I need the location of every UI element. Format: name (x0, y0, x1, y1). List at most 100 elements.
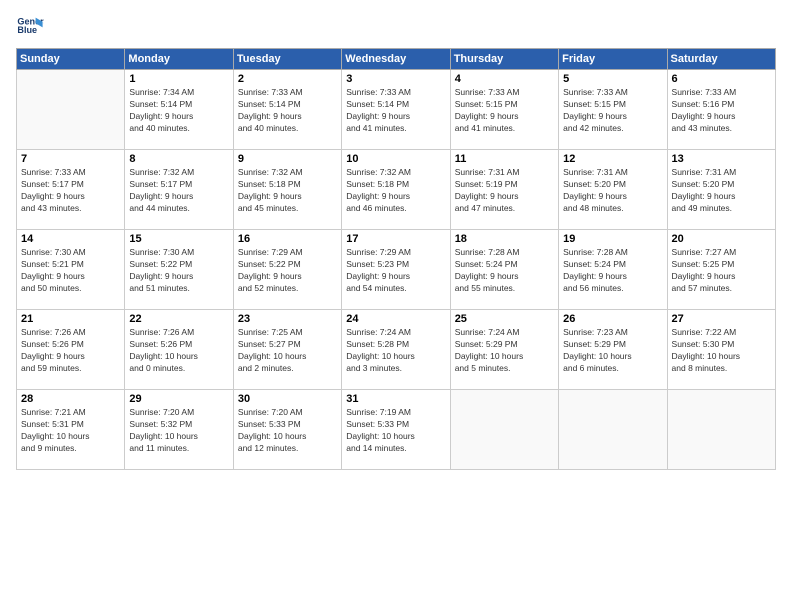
day-number: 30 (238, 393, 337, 405)
day-info: Sunrise: 7:26 AM Sunset: 5:26 PM Dayligh… (129, 327, 228, 375)
day-number: 7 (21, 153, 120, 165)
day-info: Sunrise: 7:25 AM Sunset: 5:27 PM Dayligh… (238, 327, 337, 375)
calendar-cell: 18 Sunrise: 7:28 AM Sunset: 5:24 PM Dayli… (450, 230, 558, 310)
calendar-cell: 2 Sunrise: 7:33 AM Sunset: 5:14 PM Daylig… (233, 70, 341, 150)
day-number: 19 (563, 233, 662, 245)
calendar-week-3: 14 Sunrise: 7:30 AM Sunset: 5:21 PM Dayli… (17, 230, 776, 310)
logo-icon: General Blue (16, 12, 44, 40)
day-number: 28 (21, 393, 120, 405)
day-info: Sunrise: 7:24 AM Sunset: 5:28 PM Dayligh… (346, 327, 445, 375)
day-number: 16 (238, 233, 337, 245)
calendar-cell: 22 Sunrise: 7:26 AM Sunset: 5:26 PM Dayli… (125, 310, 233, 390)
weekday-header-row: SundayMondayTuesdayWednesdayThursdayFrid… (17, 49, 776, 70)
svg-text:Blue: Blue (17, 25, 37, 35)
calendar-cell: 23 Sunrise: 7:25 AM Sunset: 5:27 PM Dayli… (233, 310, 341, 390)
day-number: 12 (563, 153, 662, 165)
day-info: Sunrise: 7:33 AM Sunset: 5:15 PM Dayligh… (563, 87, 662, 135)
calendar-cell: 13 Sunrise: 7:31 AM Sunset: 5:20 PM Dayli… (667, 150, 775, 230)
day-number: 11 (455, 153, 554, 165)
day-number: 1 (129, 73, 228, 85)
day-info: Sunrise: 7:32 AM Sunset: 5:18 PM Dayligh… (238, 167, 337, 215)
day-info: Sunrise: 7:31 AM Sunset: 5:20 PM Dayligh… (672, 167, 771, 215)
day-info: Sunrise: 7:23 AM Sunset: 5:29 PM Dayligh… (563, 327, 662, 375)
calendar-cell: 31 Sunrise: 7:19 AM Sunset: 5:33 PM Dayli… (342, 390, 450, 470)
weekday-header-sunday: Sunday (17, 49, 125, 70)
calendar-cell: 14 Sunrise: 7:30 AM Sunset: 5:21 PM Dayli… (17, 230, 125, 310)
calendar-week-1: 1 Sunrise: 7:34 AM Sunset: 5:14 PM Daylig… (17, 70, 776, 150)
calendar-cell: 20Sunrise: 7:27 AM Sunset: 5:25 PM Dayli… (667, 230, 775, 310)
day-info: Sunrise: 7:33 AM Sunset: 5:17 PM Dayligh… (21, 167, 120, 215)
day-info: Sunrise: 7:30 AM Sunset: 5:22 PM Dayligh… (129, 247, 228, 295)
calendar-cell: 21 Sunrise: 7:26 AM Sunset: 5:26 PM Dayli… (17, 310, 125, 390)
day-info: Sunrise: 7:28 AM Sunset: 5:24 PM Dayligh… (563, 247, 662, 295)
calendar-cell: 9 Sunrise: 7:32 AM Sunset: 5:18 PM Daylig… (233, 150, 341, 230)
weekday-header-wednesday: Wednesday (342, 49, 450, 70)
weekday-header-friday: Friday (559, 49, 667, 70)
day-info: Sunrise: 7:33 AM Sunset: 5:14 PM Dayligh… (238, 87, 337, 135)
day-info: Sunrise: 7:28 AM Sunset: 5:24 PM Dayligh… (455, 247, 554, 295)
day-number: 15 (129, 233, 228, 245)
day-info: Sunrise: 7:24 AM Sunset: 5:29 PM Dayligh… (455, 327, 554, 375)
day-info: Sunrise: 7:33 AM Sunset: 5:16 PM Dayligh… (672, 87, 771, 135)
day-number: 5 (563, 73, 662, 85)
day-number: 2 (238, 73, 337, 85)
calendar-cell: 29 Sunrise: 7:20 AM Sunset: 5:32 PM Dayli… (125, 390, 233, 470)
day-info: Sunrise: 7:34 AM Sunset: 5:14 PM Dayligh… (129, 87, 228, 135)
day-number: 17 (346, 233, 445, 245)
day-number: 6 (672, 73, 771, 85)
day-info: Sunrise: 7:21 AM Sunset: 5:31 PM Dayligh… (21, 407, 120, 455)
calendar-cell: 16 Sunrise: 7:29 AM Sunset: 5:22 PM Dayli… (233, 230, 341, 310)
day-number: 14 (21, 233, 120, 245)
calendar-cell (17, 70, 125, 150)
header: General Blue (16, 12, 776, 40)
day-info: Sunrise: 7:20 AM Sunset: 5:33 PM Dayligh… (238, 407, 337, 455)
day-number: 9 (238, 153, 337, 165)
weekday-header-monday: Monday (125, 49, 233, 70)
day-number: 26 (563, 313, 662, 325)
calendar-cell: 11 Sunrise: 7:31 AM Sunset: 5:19 PM Dayli… (450, 150, 558, 230)
day-number: 10 (346, 153, 445, 165)
day-info: Sunrise: 7:27 AM Sunset: 5:25 PM Dayligh… (672, 247, 771, 295)
day-info: Sunrise: 7:20 AM Sunset: 5:32 PM Dayligh… (129, 407, 228, 455)
day-number: 23 (238, 313, 337, 325)
weekday-header-saturday: Saturday (667, 49, 775, 70)
calendar-cell: 24 Sunrise: 7:24 AM Sunset: 5:28 PM Dayli… (342, 310, 450, 390)
calendar-cell: 10 Sunrise: 7:32 AM Sunset: 5:18 PM Dayli… (342, 150, 450, 230)
day-info: Sunrise: 7:30 AM Sunset: 5:21 PM Dayligh… (21, 247, 120, 295)
logo: General Blue (16, 12, 44, 40)
day-info: Sunrise: 7:32 AM Sunset: 5:17 PM Dayligh… (129, 167, 228, 215)
day-info: Sunrise: 7:31 AM Sunset: 5:20 PM Dayligh… (563, 167, 662, 215)
day-number: 29 (129, 393, 228, 405)
calendar-cell: 17 Sunrise: 7:29 AM Sunset: 5:23 PM Dayli… (342, 230, 450, 310)
calendar-cell (559, 390, 667, 470)
calendar-cell: 4Sunrise: 7:33 AM Sunset: 5:15 PM Daylig… (450, 70, 558, 150)
calendar-cell: 19 Sunrise: 7:28 AM Sunset: 5:24 PM Dayli… (559, 230, 667, 310)
day-info: Sunrise: 7:33 AM Sunset: 5:15 PM Dayligh… (455, 87, 554, 135)
day-info: Sunrise: 7:32 AM Sunset: 5:18 PM Dayligh… (346, 167, 445, 215)
calendar-week-2: 7 Sunrise: 7:33 AM Sunset: 5:17 PM Daylig… (17, 150, 776, 230)
calendar-week-5: 28 Sunrise: 7:21 AM Sunset: 5:31 PM Dayli… (17, 390, 776, 470)
day-number: 31 (346, 393, 445, 405)
day-info: Sunrise: 7:26 AM Sunset: 5:26 PM Dayligh… (21, 327, 120, 375)
calendar-cell (450, 390, 558, 470)
day-info: Sunrise: 7:31 AM Sunset: 5:19 PM Dayligh… (455, 167, 554, 215)
calendar-cell: 6 Sunrise: 7:33 AM Sunset: 5:16 PM Daylig… (667, 70, 775, 150)
day-number: 24 (346, 313, 445, 325)
weekday-header-tuesday: Tuesday (233, 49, 341, 70)
day-number: 22 (129, 313, 228, 325)
day-number: 25 (455, 313, 554, 325)
calendar-cell: 30 Sunrise: 7:20 AM Sunset: 5:33 PM Dayli… (233, 390, 341, 470)
day-number: 8 (129, 153, 228, 165)
calendar-cell: 27Sunrise: 7:22 AM Sunset: 5:30 PM Dayli… (667, 310, 775, 390)
day-info: Sunrise: 7:29 AM Sunset: 5:23 PM Dayligh… (346, 247, 445, 295)
day-info: Sunrise: 7:29 AM Sunset: 5:22 PM Dayligh… (238, 247, 337, 295)
calendar-week-4: 21 Sunrise: 7:26 AM Sunset: 5:26 PM Dayli… (17, 310, 776, 390)
day-number: 21 (21, 313, 120, 325)
day-info: Sunrise: 7:19 AM Sunset: 5:33 PM Dayligh… (346, 407, 445, 455)
calendar-cell: 25 Sunrise: 7:24 AM Sunset: 5:29 PM Dayli… (450, 310, 558, 390)
calendar-cell: 5 Sunrise: 7:33 AM Sunset: 5:15 PM Daylig… (559, 70, 667, 150)
day-number: 13 (672, 153, 771, 165)
calendar-cell: 1 Sunrise: 7:34 AM Sunset: 5:14 PM Daylig… (125, 70, 233, 150)
calendar-table: SundayMondayTuesdayWednesdayThursdayFrid… (16, 48, 776, 470)
day-number: 18 (455, 233, 554, 245)
